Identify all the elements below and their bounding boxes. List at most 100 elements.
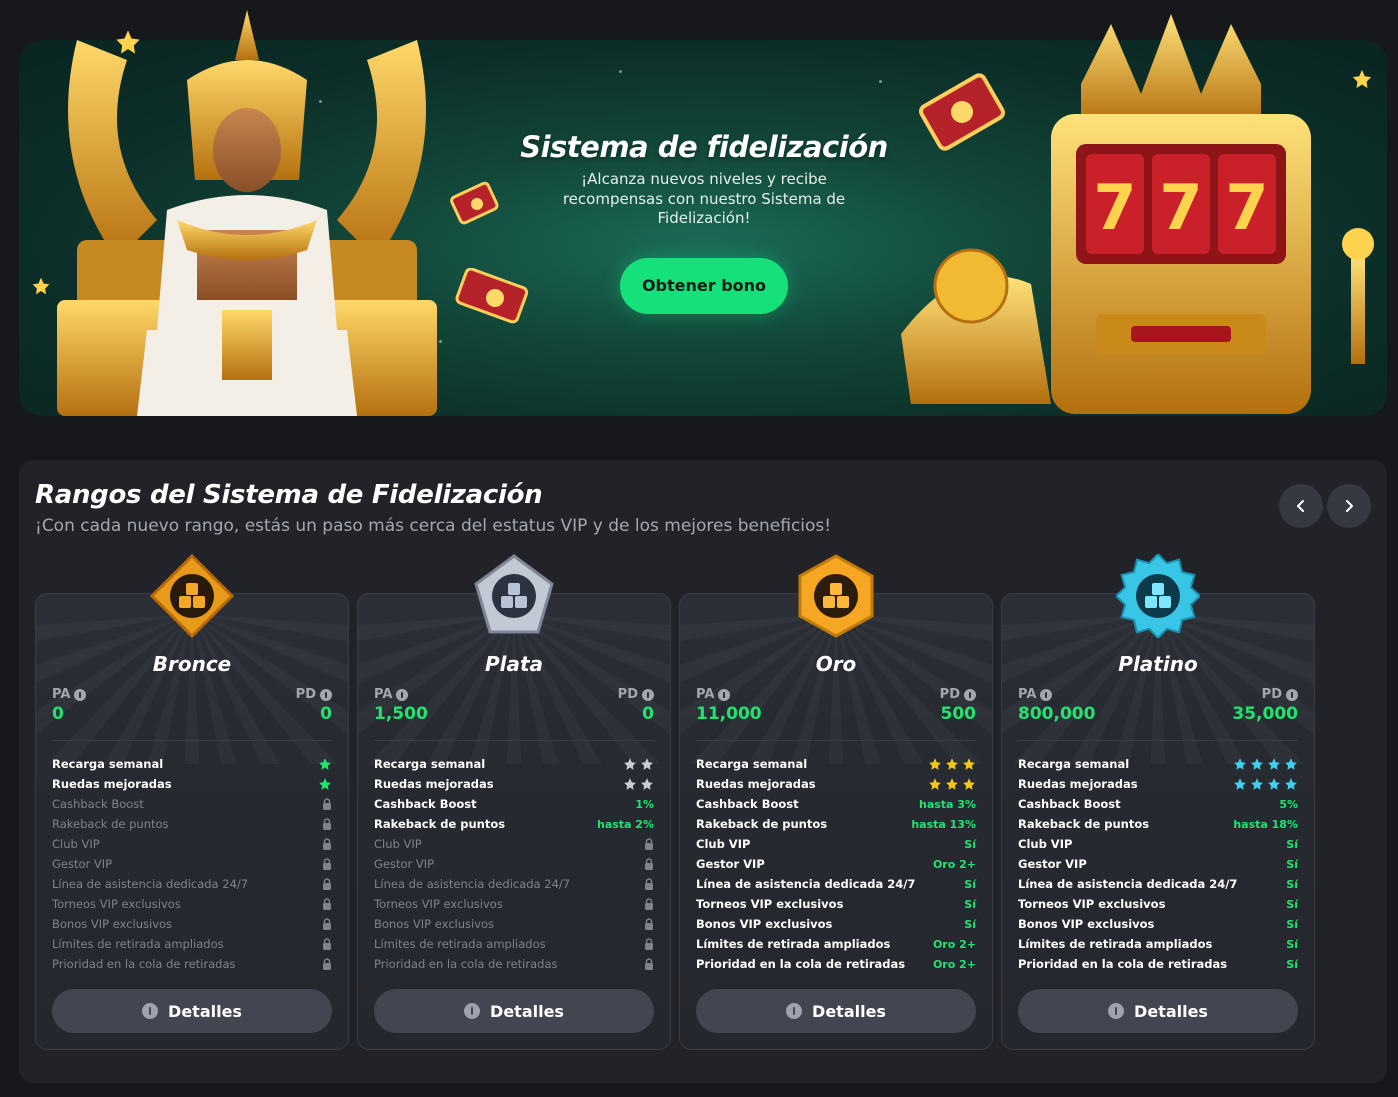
feature-name: Ruedas mejoradas bbox=[52, 777, 172, 791]
carousel-next-button[interactable] bbox=[1327, 484, 1371, 528]
slot-machine-illustration: 7 7 7 bbox=[901, 14, 1374, 414]
feature-name: Club VIP bbox=[1018, 837, 1073, 851]
feature-row-ruedas-mejoradas: Ruedas mejoradas bbox=[1018, 774, 1298, 794]
info-icon[interactable] bbox=[718, 688, 731, 701]
feature-name: Recarga semanal bbox=[1018, 757, 1130, 771]
star-icon bbox=[641, 778, 653, 790]
details-button[interactable]: Detalles bbox=[52, 989, 332, 1033]
lock-icon bbox=[323, 938, 331, 950]
details-button[interactable]: Detalles bbox=[1018, 989, 1298, 1033]
feature-value: Sí bbox=[1286, 897, 1298, 911]
feature-row-prioridad-en-la-cola-de-retiradas: Prioridad en la cola de retiradas bbox=[52, 954, 332, 974]
star-icon bbox=[1285, 778, 1297, 790]
feature-name: Línea de asistencia dedicada 24/7 bbox=[1018, 877, 1238, 891]
rank-name: Oro bbox=[815, 652, 857, 676]
rank-badge-icon bbox=[798, 554, 874, 638]
rank-card-platino: Platino PA PD 800,000 35,000 Recarga sem… bbox=[1001, 554, 1315, 1050]
lock-icon bbox=[323, 958, 331, 970]
rank-card-oro: Oro PA PD 11,000 500 Recarga semanal Rue… bbox=[679, 554, 993, 1050]
star-icon bbox=[963, 778, 975, 790]
feature-row-cashback-boost: Cashback Boost 1% bbox=[374, 794, 654, 814]
svg-text:7: 7 bbox=[1093, 171, 1136, 244]
lock-icon bbox=[645, 918, 653, 930]
feature-value: 1% bbox=[635, 797, 654, 811]
lock-icon bbox=[645, 878, 653, 890]
rank-name: Platino bbox=[1118, 652, 1198, 676]
feature-row-ruedas-mejoradas: Ruedas mejoradas bbox=[52, 774, 332, 794]
rank-badge-icon bbox=[474, 554, 554, 634]
feature-value: hasta 18% bbox=[1233, 817, 1298, 831]
feature-name: Rakeback de puntos bbox=[374, 817, 506, 831]
rating-stars bbox=[623, 757, 654, 771]
info-icon[interactable] bbox=[396, 688, 409, 701]
info-icon[interactable] bbox=[1286, 688, 1298, 701]
star-icon bbox=[32, 277, 50, 295]
feature-value: Oro 2+ bbox=[932, 937, 976, 951]
feature-list: Recarga semanal Ruedas mejoradas Cashbac… bbox=[1018, 754, 1298, 974]
star-icon bbox=[641, 758, 653, 770]
lock-icon bbox=[323, 858, 331, 870]
pd-label: PD bbox=[296, 687, 332, 702]
feature-row-torneos-vip-exclusivos: Torneos VIP exclusivos Sí bbox=[1018, 894, 1298, 914]
feature-name: Límites de retirada ampliados bbox=[374, 937, 546, 951]
details-label: Detalles bbox=[812, 1001, 886, 1021]
pa-label-text: PA bbox=[52, 687, 71, 702]
pd-label: PD bbox=[618, 687, 654, 702]
star-icon bbox=[1352, 69, 1372, 89]
feature-value: hasta 3% bbox=[919, 797, 976, 811]
feature-row-torneos-vip-exclusivos: Torneos VIP exclusivos bbox=[374, 894, 654, 914]
star-icon bbox=[624, 758, 636, 770]
feature-name: Bonos VIP exclusivos bbox=[374, 917, 495, 931]
info-icon[interactable] bbox=[320, 688, 332, 701]
feature-row-bonos-vip-exclusivos: Bonos VIP exclusivos bbox=[52, 914, 332, 934]
feature-name: Límites de retirada ampliados bbox=[1018, 937, 1213, 951]
feature-row-recarga-semanal: Recarga semanal bbox=[374, 754, 654, 774]
star-icon bbox=[1234, 778, 1246, 790]
feature-name: Rakeback de puntos bbox=[52, 817, 169, 831]
feature-row-ruedas-mejoradas: Ruedas mejoradas bbox=[374, 774, 654, 794]
feature-name: Ruedas mejoradas bbox=[374, 777, 494, 791]
feature-row-prioridad-en-la-cola-de-retiradas: Prioridad en la cola de retiradas Oro 2+ bbox=[696, 954, 976, 974]
feature-name: Recarga semanal bbox=[52, 757, 164, 771]
rank-card-plata: Plata PA PD 1,500 0 Recarga semanal Rued… bbox=[357, 554, 671, 1050]
feature-row-cashback-boost: Cashback Boost hasta 3% bbox=[696, 794, 976, 814]
pd-label-text: PD bbox=[295, 687, 316, 702]
feature-value: Sí bbox=[964, 897, 976, 911]
feature-name: Club VIP bbox=[696, 837, 751, 851]
feature-row-recarga-semanal: Recarga semanal bbox=[696, 754, 976, 774]
rank-name: Bronce bbox=[152, 652, 232, 676]
info-icon[interactable] bbox=[1040, 688, 1053, 701]
info-icon[interactable] bbox=[74, 688, 87, 701]
pa-label: PA bbox=[52, 687, 87, 702]
info-icon[interactable] bbox=[642, 688, 654, 701]
feature-value: 5% bbox=[1279, 797, 1298, 811]
star-icon bbox=[319, 778, 331, 790]
pa-label: PA bbox=[696, 687, 731, 702]
details-button[interactable]: Detalles bbox=[696, 989, 976, 1033]
pd-label: PD bbox=[1262, 687, 1298, 702]
feature-row-linea-de-asistencia-dedicada-24-7: Línea de asistencia dedicada 24/7 Sí bbox=[696, 874, 976, 894]
lock-icon bbox=[323, 878, 331, 890]
feature-name: Línea de asistencia dedicada 24/7 bbox=[52, 877, 249, 891]
details-button[interactable]: Detalles bbox=[374, 989, 654, 1033]
star-icon bbox=[929, 778, 941, 790]
feature-value: Sí bbox=[1286, 837, 1298, 851]
pa-label: PA bbox=[1018, 687, 1053, 702]
svg-text:7: 7 bbox=[1225, 171, 1268, 244]
feature-row-cashback-boost: Cashback Boost 5% bbox=[1018, 794, 1298, 814]
card-divider bbox=[1018, 740, 1298, 741]
feature-row-rakeback-de-puntos: Rakeback de puntos hasta 18% bbox=[1018, 814, 1298, 834]
feature-row-gestor-vip: Gestor VIP Sí bbox=[1018, 854, 1298, 874]
carousel-prev-button[interactable] bbox=[1279, 484, 1323, 528]
feature-name: Torneos VIP exclusivos bbox=[374, 897, 503, 911]
feature-name: Cashback Boost bbox=[52, 797, 144, 811]
card-divider bbox=[52, 740, 332, 741]
get-bonus-button[interactable]: Obtener bono bbox=[620, 257, 788, 314]
chevron-left-icon bbox=[1297, 500, 1304, 512]
feature-name: Gestor VIP bbox=[52, 857, 113, 871]
feature-name: Línea de asistencia dedicada 24/7 bbox=[696, 877, 916, 891]
rank-card-bronce: Bronce PA PD 0 0 Recarga semanal Ruedas … bbox=[35, 554, 349, 1050]
feature-name: Bonos VIP exclusivos bbox=[1018, 917, 1155, 931]
info-icon[interactable] bbox=[964, 688, 976, 701]
star-icon bbox=[1268, 758, 1280, 770]
